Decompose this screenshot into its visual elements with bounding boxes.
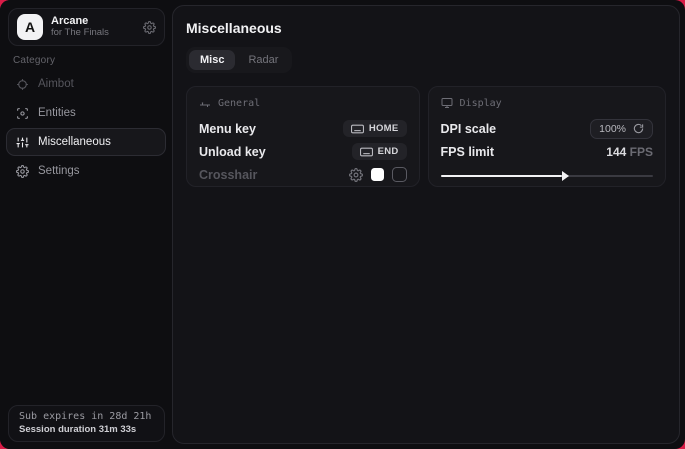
gear-icon (16, 165, 29, 178)
sidebar-item-entities[interactable]: Entities (6, 99, 166, 127)
tab-misc[interactable]: Misc (189, 50, 235, 70)
refresh-icon[interactable] (633, 123, 644, 134)
tab-radar[interactable]: Radar (237, 50, 289, 70)
subscription-card: Sub expires in 28d 21h Session duration … (8, 405, 165, 442)
dpi-scale-label: DPI scale (441, 122, 497, 136)
app-window: A Arcane for The Finals Category (0, 0, 685, 449)
app-logo: A (17, 14, 43, 40)
sidebar-item-label: Miscellaneous (38, 136, 111, 148)
crosshair-settings-gear-icon[interactable] (349, 168, 363, 182)
gear-icon[interactable] (143, 21, 156, 34)
card-title: Display (460, 98, 502, 109)
unload-key-bind-button[interactable]: END (352, 143, 407, 160)
fps-limit-value: 144 (606, 145, 626, 159)
fps-limit-slider[interactable] (441, 172, 653, 180)
sidebar-nav: Aimbot Entities Miscellaneous (6, 70, 166, 186)
app-title: Arcane (51, 15, 143, 28)
page-title: Miscellaneous (186, 20, 666, 36)
general-card: General Menu key HOME Unload key (186, 86, 420, 187)
crosshair-icon (16, 78, 29, 91)
keyboard-sliders-icon (199, 97, 211, 109)
slider-fill (441, 175, 562, 177)
dpi-scale-value: 100% (599, 123, 626, 135)
monitor-icon (441, 97, 453, 109)
keyboard-icon (360, 147, 373, 157)
main-panel: Miscellaneous Misc Radar General Menu ke… (172, 5, 680, 444)
crosshair-label: Crosshair (199, 168, 257, 182)
dpi-scale-row: DPI scale 100% (441, 117, 653, 140)
app-subtitle: for The Finals (51, 28, 143, 39)
sidebar-item-aimbot[interactable]: Aimbot (6, 70, 166, 98)
fps-limit-unit: FPS (630, 145, 653, 159)
crosshair-color-swatch[interactable] (371, 168, 384, 181)
category-label: Category (13, 55, 55, 66)
brand-card: A Arcane for The Finals (8, 8, 165, 46)
cards-row: General Menu key HOME Unload key (186, 86, 666, 187)
dpi-scale-control[interactable]: 100% (590, 119, 653, 139)
unload-key-row: Unload key END (199, 140, 407, 163)
crosshair-row: Crosshair (199, 163, 407, 186)
scan-icon (16, 107, 29, 120)
sidebar-item-label: Settings (38, 165, 80, 177)
slider-thumb[interactable] (562, 171, 569, 181)
sidebar: A Arcane for The Finals Category (0, 0, 172, 449)
sidebar-item-label: Aimbot (38, 78, 74, 90)
menu-key-label: Menu key (199, 122, 256, 136)
unload-key-label: Unload key (199, 145, 266, 159)
tab-group: Misc Radar (186, 47, 292, 73)
menu-key-bind-button[interactable]: HOME (343, 120, 407, 137)
display-card: Display DPI scale 100% FPS limit (428, 86, 666, 187)
keyboard-icon (351, 124, 364, 134)
sub-expiry-text: Sub expires in 28d 21h (19, 411, 154, 422)
sidebar-item-settings[interactable]: Settings (6, 157, 166, 185)
fps-limit-label: FPS limit (441, 145, 494, 159)
crosshair-checkbox[interactable] (392, 167, 407, 182)
sidebar-item-miscellaneous[interactable]: Miscellaneous (6, 128, 166, 156)
sidebar-item-label: Entities (38, 107, 76, 119)
menu-key-row: Menu key HOME (199, 117, 407, 140)
fps-limit-row: FPS limit 144 FPS (441, 140, 653, 163)
session-duration-text: Session duration 31m 33s (19, 424, 154, 435)
sliders-icon (16, 136, 29, 149)
card-title: General (218, 98, 260, 109)
